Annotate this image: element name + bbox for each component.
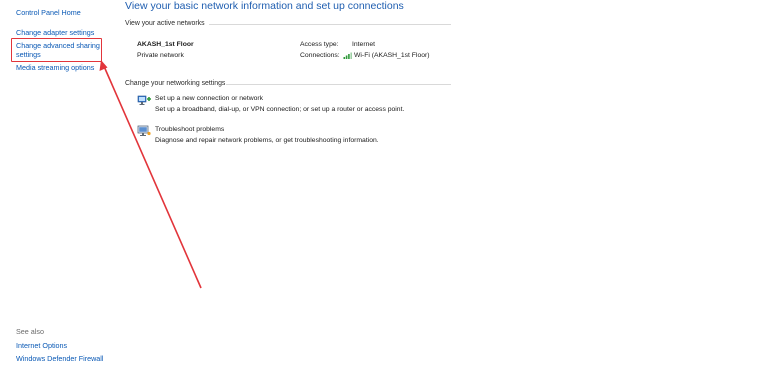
annotation-arrow [99,60,202,289]
annotation-arrow-head [99,60,108,71]
